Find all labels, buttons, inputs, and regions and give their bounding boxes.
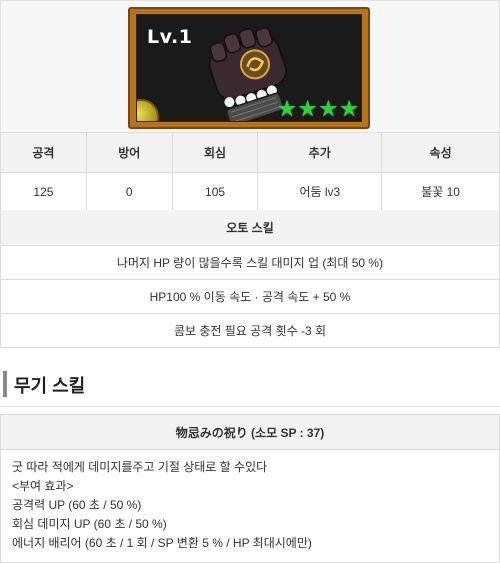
element-coin-icon	[137, 99, 159, 121]
section-title: 무기 스킬	[14, 376, 86, 396]
weapon-skill-section: 무기 스킬	[0, 367, 500, 407]
auto-skill-line: 나머지 HP 량이 많을수록 스킬 대미지 업 (최대 50 %)	[0, 246, 500, 280]
star-icon: ★	[277, 97, 297, 122]
weapon-skill-description: 굿 따라 적에게 데미지를주고 기절 상태로 할 수있다 <부여 효과> 공격력…	[0, 450, 500, 563]
value-defense: 0	[85, 172, 173, 211]
weapon-image-area: Lv.1 ★ ★ ★ ★	[0, 0, 500, 132]
header-extra: 추가	[257, 132, 383, 173]
weapon-skill-name: 物忌みの祝り (소모 SP : 37)	[0, 414, 500, 450]
description-line: <부여 효과>	[12, 479, 74, 493]
star-icon: ★	[297, 97, 318, 122]
value-critical: 105	[171, 172, 259, 211]
value-attack: 125	[0, 172, 87, 211]
auto-skill-line: HP100 % 이동 속도 · 공격 속도 + 50 %	[0, 280, 500, 314]
stats-header-row: 공격 방어 회심 추가 속성	[0, 132, 500, 173]
section-marker	[3, 371, 7, 397]
weapon-card-inner: Lv.1 ★ ★ ★ ★	[136, 14, 362, 122]
header-critical: 회심	[171, 132, 259, 173]
header-element: 속성	[381, 132, 500, 173]
stats-value-row: 125 0 105 어둠 lv3 불꽃 10	[0, 172, 500, 211]
header-attack: 공격	[0, 132, 87, 173]
description-line: 공격력 UP (60 초 / 50 %)	[12, 498, 142, 512]
weapon-card: Lv.1 ★ ★ ★ ★	[128, 7, 370, 129]
value-element: 불꽃 10	[381, 172, 500, 211]
header-defense: 방어	[85, 132, 173, 173]
star-icon: ★	[318, 97, 339, 122]
value-extra: 어둠 lv3	[257, 172, 383, 211]
description-line: 에너지 배리어 (60 초 / 1 회 / SP 변환 5 % / HP 최대시…	[12, 536, 312, 550]
rarity-stars: ★ ★ ★ ★	[277, 99, 359, 121]
auto-skill-header: 오토 스킬	[0, 210, 500, 246]
star-icon: ★	[339, 97, 359, 122]
description-line: 굿 따라 적에게 데미지를주고 기절 상태로 할 수있다	[12, 460, 268, 474]
auto-skill-line: 콤보 충전 필요 공격 횟수 -3 회	[0, 314, 500, 348]
description-line: 회심 데미지 UP (60 초 / 50 %)	[12, 517, 167, 531]
stats-table: 공격 방어 회심 추가 속성 125 0 105 어둠 lv3 불꽃 10	[0, 132, 500, 211]
level-label: Lv.1	[147, 26, 193, 48]
